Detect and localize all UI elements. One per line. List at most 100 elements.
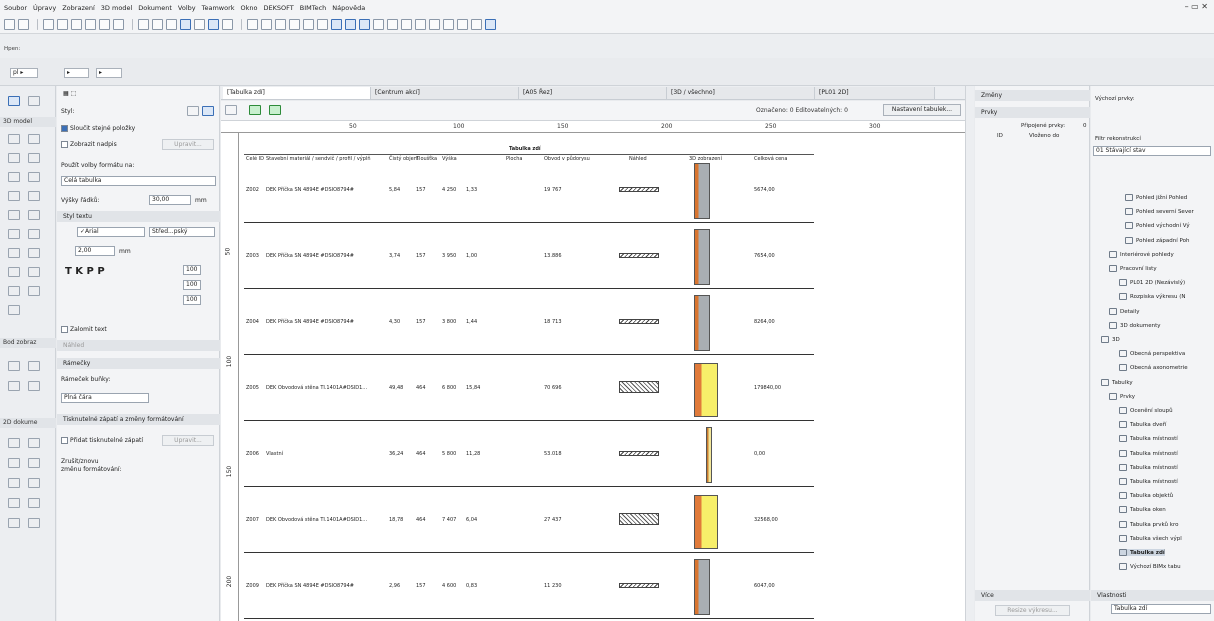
tab-section[interactable]: [A05 Řez] [519, 87, 667, 99]
house-icon[interactable] [317, 19, 328, 30]
snap-icon[interactable] [180, 19, 191, 30]
arc-tool-icon[interactable] [8, 478, 20, 488]
menu-upravy[interactable]: Úpravy [33, 4, 56, 12]
menu-dokument[interactable]: Dokument [138, 4, 172, 12]
view-icon[interactable] [359, 19, 370, 30]
polygon-icon[interactable] [303, 19, 314, 30]
elements-section[interactable]: Prvky [975, 107, 1090, 118]
pick-icon[interactable] [43, 19, 54, 30]
search-icon[interactable] [457, 19, 468, 30]
angle-icon[interactable] [275, 19, 286, 30]
navigator-item[interactable]: Tabulka oken [1119, 506, 1166, 514]
line-type-select[interactable]: Plná čára [61, 393, 149, 403]
navigator-item[interactable]: Pohled jižní Pohled [1125, 194, 1187, 201]
navigator-item[interactable]: Obecná perspektiva [1119, 350, 1185, 358]
cross-icon[interactable] [194, 19, 205, 30]
grid-icon[interactable] [99, 19, 110, 30]
print-icon[interactable] [415, 19, 426, 30]
row-height-input[interactable]: 30,00 [149, 195, 191, 205]
arrow-selector[interactable]: ▸ [96, 68, 122, 78]
navigator-item[interactable]: Tabulka místností [1119, 478, 1178, 485]
p-icon[interactable] [331, 19, 342, 30]
navigator-item[interactable]: Tabulka objektů [1119, 492, 1173, 500]
navigator-item[interactable]: Tabulka místností [1119, 449, 1178, 457]
undo-icon[interactable] [4, 19, 15, 30]
inserted-column[interactable]: Vloženo do [1029, 133, 1059, 139]
curve-icon[interactable] [289, 19, 300, 30]
zone-tool-icon[interactable] [8, 248, 20, 258]
plan-icon[interactable] [345, 19, 356, 30]
layout-icon[interactable] [443, 19, 454, 30]
footer-section[interactable]: Tisknutelné zápatí a změny formátování [57, 414, 220, 425]
menu-zobrazeni[interactable]: Zobrazení [62, 4, 95, 12]
marquee-tool-icon[interactable] [28, 96, 40, 106]
navigator-item[interactable]: Pracovní listy [1109, 265, 1157, 272]
hash-icon[interactable] [113, 19, 124, 30]
layer-icon[interactable] [85, 19, 96, 30]
height-pct-input[interactable]: 100 [183, 280, 201, 290]
resize-drawing-button[interactable]: Resize výkresu... [995, 605, 1070, 616]
window-tool-icon[interactable] [8, 210, 20, 220]
navigator-item[interactable]: Tabulka místností [1119, 463, 1178, 471]
shell-tool-icon[interactable] [28, 172, 40, 182]
magnet-icon[interactable] [166, 19, 177, 30]
navigator-item[interactable]: PL01 2D (Nezávislý) [1119, 279, 1185, 287]
flag-icon[interactable] [401, 19, 412, 30]
lamp-tool-icon[interactable] [28, 229, 40, 239]
settings-icon[interactable] [225, 105, 237, 115]
dimension-tool-icon[interactable] [8, 361, 20, 371]
navigator-item[interactable]: Ocenění sloupů [1119, 407, 1173, 414]
preview-section[interactable]: Náhled [57, 340, 220, 351]
layer-selector[interactable]: pl ▸ [10, 68, 38, 78]
table-row[interactable]: Z007 DEK Obvodová stěna TI.1401A#DSID1...… [244, 487, 814, 553]
merge-checkbox[interactable]: Sloučit stejné položky [61, 125, 135, 132]
table-row[interactable]: Z002 DEK Příčka SN 4894E #DSIO8794# 5,84 15… [244, 157, 814, 223]
corner-tool-icon[interactable] [8, 305, 20, 315]
navigator-item[interactable]: Pohled východní Vý [1125, 222, 1190, 230]
curtain-tool-icon[interactable] [28, 267, 40, 277]
text-size-input[interactable]: 2,00 [75, 246, 115, 256]
style-table-icon[interactable] [187, 106, 199, 116]
column-tool-icon[interactable] [28, 134, 40, 144]
add-footer-checkbox[interactable]: Přidat tisknutelné zápatí [61, 437, 143, 444]
menu-volby[interactable]: Volby [178, 4, 196, 12]
text-style-section[interactable]: Styl textu [57, 211, 220, 222]
menu-soubor[interactable]: Soubor [4, 4, 27, 12]
teamwork-icon[interactable] [485, 19, 496, 30]
table-row[interactable]: Z005 DEK Obvodová stěna TI.1401A#DSID1...… [244, 355, 814, 421]
table-row[interactable]: Z006 Vlastní 36,24 464 5 800 11,28 53.018 0,00 [244, 421, 814, 487]
text-format-icons[interactable]: T K P P [65, 266, 105, 277]
beam-tool-icon[interactable] [8, 153, 20, 163]
menu-deksoft[interactable]: DEKSOFT [264, 4, 294, 12]
vertical-scrollbar[interactable] [965, 86, 974, 621]
menu-3d-model[interactable]: 3D model [101, 4, 132, 12]
line-tool-icon[interactable] [28, 458, 40, 468]
show-header-checkbox[interactable]: Zobrazit nadpis [61, 141, 117, 148]
frames-section[interactable]: Rámečky [57, 358, 220, 369]
level-tool-icon[interactable] [28, 361, 40, 371]
spacing-pct-input[interactable]: 100 [183, 295, 201, 305]
figure-tool-icon[interactable] [28, 518, 40, 528]
more-section[interactable]: Více [975, 590, 1090, 601]
menu-okno[interactable]: Okno [241, 4, 258, 12]
settings-icon[interactable] [222, 19, 233, 30]
railing-tool-icon[interactable] [28, 191, 40, 201]
table-row[interactable]: Z003 DEK Příčka SN 4894E #DSIO8794# 3,74 15… [244, 223, 814, 289]
navigator-item[interactable]: Tabulka zdí [1119, 549, 1165, 556]
rect-icon[interactable] [152, 19, 163, 30]
skylight-tool-icon[interactable] [8, 286, 20, 296]
menu-napoveda[interactable]: Nápověda [332, 4, 365, 12]
navigator-item[interactable]: Tabulka všech výpl [1119, 534, 1182, 542]
tab-action-center[interactable]: [Centrum akcí] [371, 87, 519, 99]
navigator-item[interactable]: Obecná axonometrie [1119, 364, 1188, 372]
navigator-item[interactable]: Tabulka prvků kro [1119, 520, 1178, 528]
format-scope-select[interactable]: Celá tabulka [61, 176, 216, 186]
navigator-item[interactable]: Prvky [1109, 392, 1135, 400]
redo-icon[interactable] [18, 19, 29, 30]
table-row[interactable]: Z004 DEK Příčka SN 4894E #DSIO8794# 4,30 15… [244, 289, 814, 355]
fill-tool-icon[interactable] [8, 458, 20, 468]
text-tool-icon[interactable] [8, 438, 20, 448]
renovation-filter-select[interactable]: 01 Stávající stav [1093, 146, 1211, 156]
menu-bimtech[interactable]: BIMTech [300, 4, 327, 12]
navigator-item[interactable]: Pohled západní Poh [1125, 236, 1189, 244]
